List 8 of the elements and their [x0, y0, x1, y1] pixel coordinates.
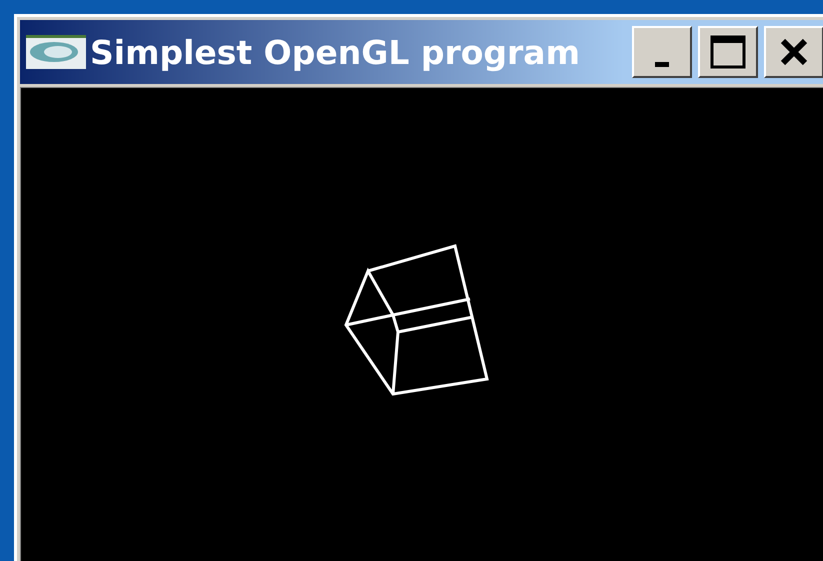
- maximize-button[interactable]: [698, 26, 758, 78]
- close-icon: [779, 37, 809, 67]
- minimize-icon: [655, 62, 669, 66]
- minimize-button[interactable]: [632, 26, 692, 78]
- window-title: Simplest OpenGL program: [90, 32, 581, 72]
- maximize-icon: [710, 35, 746, 69]
- app-icon: [26, 35, 86, 69]
- close-button[interactable]: [764, 26, 823, 78]
